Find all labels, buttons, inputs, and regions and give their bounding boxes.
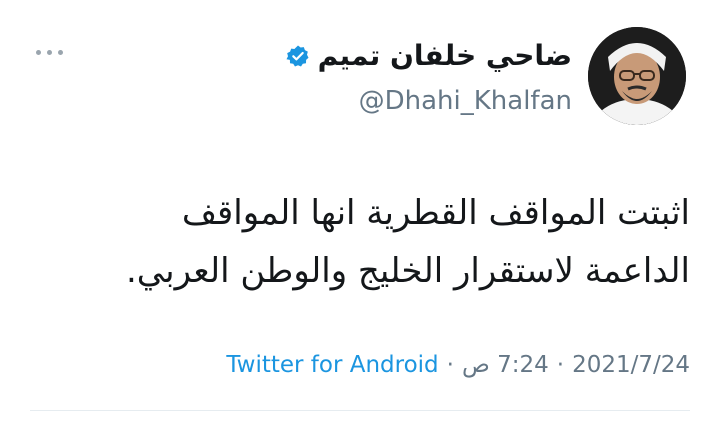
verified-badge-icon xyxy=(286,44,310,68)
dot xyxy=(36,50,41,55)
tweet-date[interactable]: 2021/7/24 xyxy=(572,352,690,378)
meta-separator: · xyxy=(446,352,454,378)
tweet-time[interactable]: 7:24 ص xyxy=(462,352,549,378)
meta-separator: · xyxy=(556,352,565,378)
tweet-card: ضاحي خلفان تميم @Dhahi_Khalfan اثبتت الم… xyxy=(0,0,720,426)
display-name[interactable]: ضاحي خلفان تميم xyxy=(318,38,572,74)
display-name-row: ضاحي خلفان تميم xyxy=(286,38,572,74)
tweet-source-link[interactable]: Twitter for Android xyxy=(226,352,438,378)
more-options-icon[interactable] xyxy=(36,50,63,55)
tweet-text-line: الداعمة لاستقرار الخليج والوطن العربي. xyxy=(126,251,690,291)
avatar[interactable] xyxy=(588,27,686,125)
tweet-metadata: Twitter for Android · 7:24 ص · 2021/7/24 xyxy=(226,352,690,378)
tweet-text-line: اثبتت المواقف القطرية انها المواقف xyxy=(181,193,690,233)
dot xyxy=(47,50,52,55)
dot xyxy=(58,50,63,55)
author-info[interactable]: ضاحي خلفان تميم @Dhahi_Khalfan xyxy=(286,38,572,118)
user-handle[interactable]: @Dhahi_Khalfan xyxy=(286,84,572,118)
divider xyxy=(30,410,690,411)
tweet-text: اثبتت المواقف القطرية انها المواقف الداع… xyxy=(50,184,690,300)
